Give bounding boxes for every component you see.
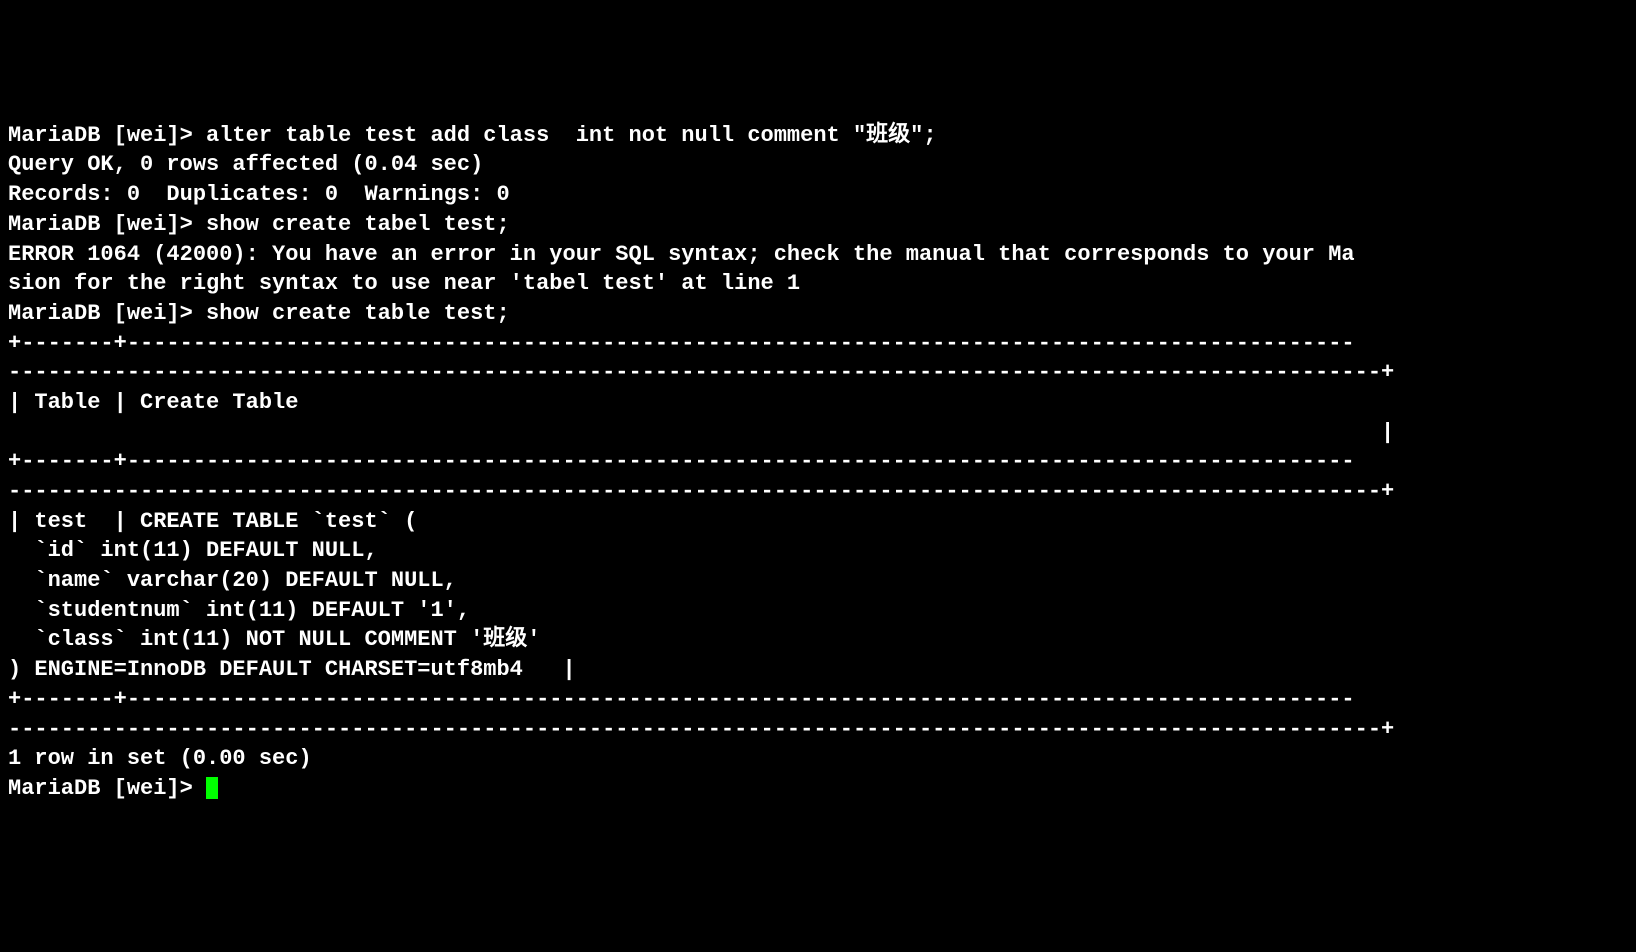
terminal-line: `studentnum` int(11) DEFAULT '1',: [8, 596, 1628, 626]
terminal-line: ----------------------------------------…: [8, 358, 1628, 388]
terminal-line: Records: 0 Duplicates: 0 Warnings: 0: [8, 180, 1628, 210]
terminal-line: | test | CREATE TABLE `test` (: [8, 507, 1628, 537]
terminal-output[interactable]: MariaDB [wei]> alter table test add clas…: [8, 121, 1628, 804]
terminal-prompt-line[interactable]: MariaDB [wei]>: [8, 774, 1628, 804]
terminal-line: sion for the right syntax to use near 't…: [8, 269, 1628, 299]
terminal-line: MariaDB [wei]> show create table test;: [8, 299, 1628, 329]
terminal-line: +-------+-------------------------------…: [8, 685, 1628, 715]
terminal-line: ) ENGINE=InnoDB DEFAULT CHARSET=utf8mb4 …: [8, 655, 1628, 685]
terminal-line: `id` int(11) DEFAULT NULL,: [8, 536, 1628, 566]
terminal-line: ERROR 1064 (42000): You have an error in…: [8, 240, 1628, 270]
terminal-line: MariaDB [wei]> show create tabel test;: [8, 210, 1628, 240]
terminal-line: | Table | Create Table: [8, 388, 1628, 418]
terminal-line: +-------+-------------------------------…: [8, 329, 1628, 359]
terminal-prompt: MariaDB [wei]>: [8, 776, 206, 801]
terminal-line: ----------------------------------------…: [8, 715, 1628, 745]
terminal-line: |: [8, 418, 1628, 448]
terminal-line: 1 row in set (0.00 sec): [8, 744, 1628, 774]
terminal-line: `class` int(11) NOT NULL COMMENT '班级': [8, 625, 1628, 655]
terminal-line: ----------------------------------------…: [8, 477, 1628, 507]
terminal-line: Query OK, 0 rows affected (0.04 sec): [8, 150, 1628, 180]
terminal-line: +-------+-------------------------------…: [8, 447, 1628, 477]
cursor-icon: [206, 777, 218, 799]
terminal-line: MariaDB [wei]> alter table test add clas…: [8, 121, 1628, 151]
terminal-line: `name` varchar(20) DEFAULT NULL,: [8, 566, 1628, 596]
